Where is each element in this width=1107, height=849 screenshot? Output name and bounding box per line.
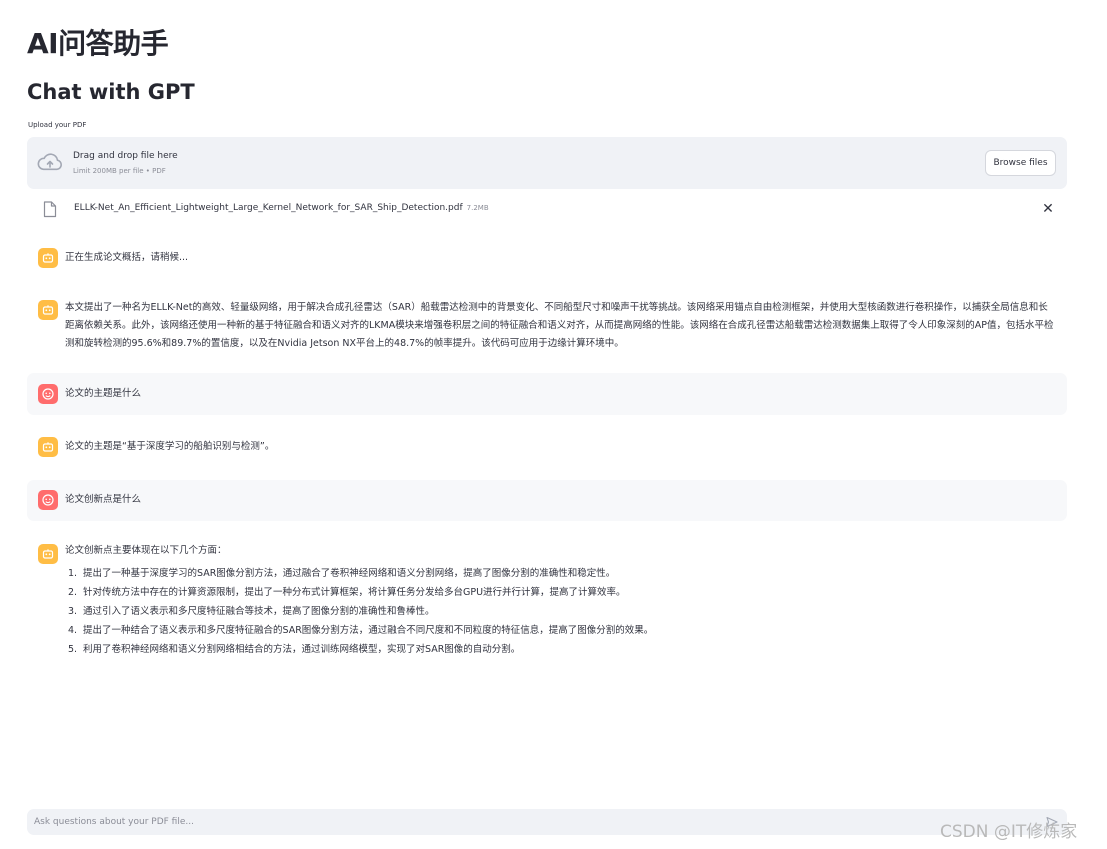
upload-label: Upload your PDF <box>28 121 87 129</box>
file-name-text: ELLK-Net_An_Efficient_Lightweight_Large_… <box>74 203 463 213</box>
user-avatar-icon <box>38 384 58 404</box>
list-item: 2. 针对传统方法中存在的计算资源限制，提出了一种分布式计算框架，将计算任务分发给… <box>68 587 626 598</box>
innovation-list: 1. 提出了一种基于深度学习的SAR图像分割方法，通过融合了卷积神经网络和语义分割… <box>65 564 1057 659</box>
browse-files-button[interactable]: Browse files <box>985 150 1056 176</box>
dropzone-limit: Limit 200MB per file • PDF <box>73 167 166 175</box>
bot-avatar-icon <box>38 300 58 320</box>
bot-avatar-icon <box>38 544 58 564</box>
message-text: 论文创新点主要体现在以下几个方面： <box>65 545 227 556</box>
message-text: 论文的主题是什么 <box>65 388 142 399</box>
message-text: 本文提出了一种名为ELLK-Net的高效、轻量级网络，用于解决合成孔径雷达（SA… <box>65 302 1054 349</box>
bot-avatar-icon <box>38 437 58 457</box>
chat-message-assistant: 论文的主题是“基于深度学习的船舶识别与检测”。 <box>27 433 1067 463</box>
chat-message-assistant: 正在生成论文概括，请稍候... <box>27 244 1067 272</box>
cloud-upload-icon <box>37 153 63 171</box>
page-subtitle: Chat with GPT <box>27 80 195 104</box>
file-name: ELLK-Net_An_Efficient_Lightweight_Large_… <box>74 203 489 213</box>
list-item: 3. 通过引入了语义表示和多尺度特征融合等技术，提高了图像分割的准确性和鲁棒性。 <box>68 606 435 617</box>
app-title: AI问答助手 <box>27 27 169 60</box>
chat-message-assistant: 本文提出了一种名为ELLK-Net的高效、轻量级网络，用于解决合成孔径雷达（SA… <box>27 293 1067 357</box>
close-icon[interactable]: ✕ <box>1041 202 1055 216</box>
user-avatar-icon <box>38 490 58 510</box>
chat-message-user: 论文的主题是什么 <box>27 373 1067 415</box>
message-text: 论文的主题是“基于深度学习的船舶识别与检测”。 <box>65 441 275 452</box>
bot-avatar-icon <box>38 248 58 268</box>
message-text: 论文创新点是什么 <box>65 494 142 505</box>
list-item: 4. 提出了一种结合了语义表示和多尺度特征融合的SAR图像分割方法，通过融合不同尺… <box>68 625 654 636</box>
list-item: 5. 利用了卷积神经网络和语义分割网络相结合的方法，通过训练网络模型，实现了对SA… <box>68 644 521 655</box>
watermark-text: CSDN @IT修炼家 <box>940 822 1078 842</box>
chat-input[interactable] <box>27 809 1067 835</box>
uploaded-file: ELLK-Net_An_Efficient_Lightweight_Large_… <box>27 197 1067 223</box>
file-dropzone[interactable]: Drag and drop file here Limit 200MB per … <box>27 137 1067 189</box>
message-text: 正在生成论文概括，请稍候... <box>65 252 189 263</box>
chat-message-assistant: 论文创新点主要体现在以下几个方面： 1. 提出了一种基于深度学习的SAR图像分割方… <box>27 537 1067 667</box>
list-item: 1. 提出了一种基于深度学习的SAR图像分割方法，通过融合了卷积神经网络和语义分割… <box>68 568 616 579</box>
message-body: 论文创新点主要体现在以下几个方面： 1. 提出了一种基于深度学习的SAR图像分割方… <box>65 542 1057 659</box>
dropzone-instructions: Drag and drop file here <box>73 151 178 161</box>
chat-message-user: 论文创新点是什么 <box>27 480 1067 521</box>
file-icon <box>43 201 57 218</box>
file-size: 7.2MB <box>466 204 489 212</box>
